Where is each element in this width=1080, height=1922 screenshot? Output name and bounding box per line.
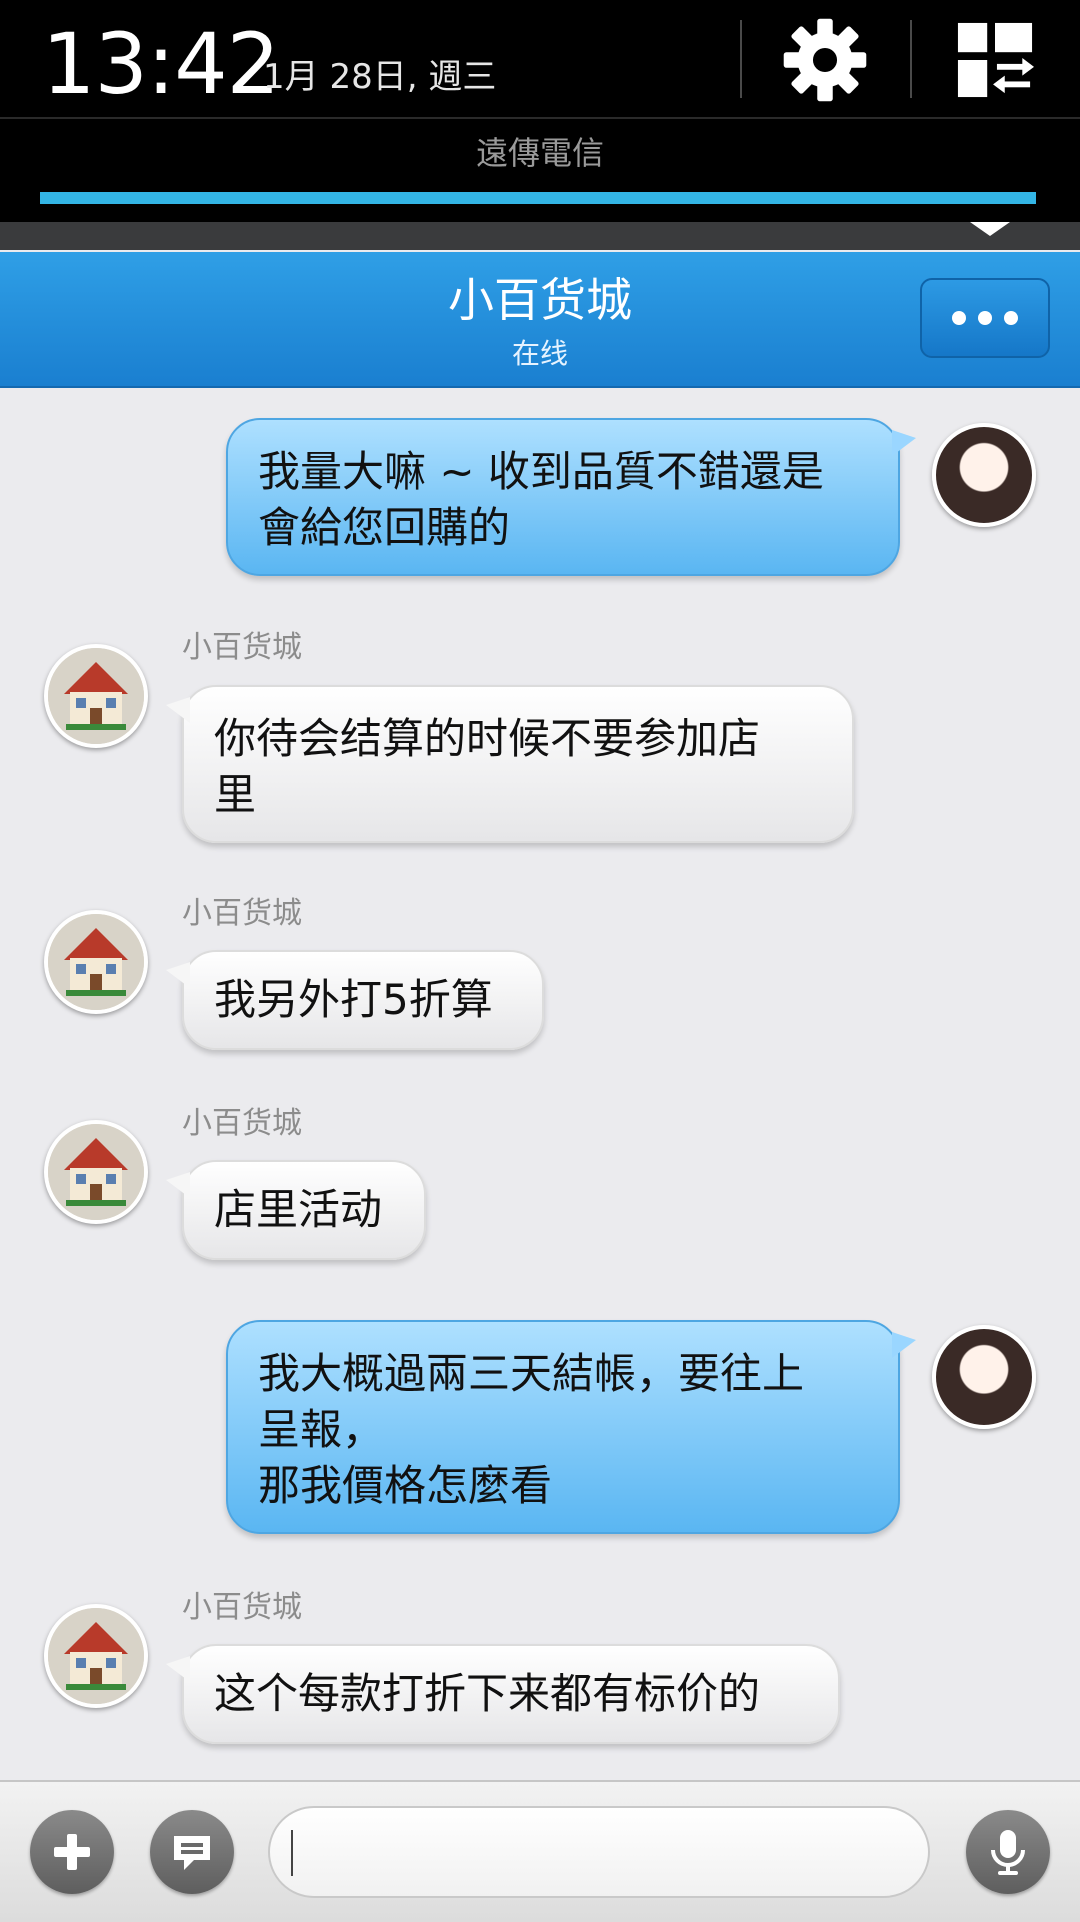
chat-header: 小百货城 在线	[0, 252, 1080, 388]
shop-house-icon	[48, 914, 144, 1010]
message-bubble[interactable]: 你待会结算的时候不要参加店 里	[166, 685, 854, 843]
voice-input-button[interactable]	[966, 1810, 1050, 1894]
shade-handle-bar[interactable]	[0, 222, 1080, 250]
shop-avatar[interactable]	[44, 644, 148, 748]
date-label: 1月 28日, 週三	[263, 57, 497, 97]
quick-settings-toggle-icon	[957, 22, 1034, 98]
message-bubble[interactable]: 店里活动	[166, 1160, 426, 1260]
message-input-bar	[0, 1780, 1080, 1922]
online-status: 在线	[511, 337, 568, 370]
shop-avatar[interactable]	[44, 910, 148, 1014]
quick-reply-button[interactable]	[150, 1810, 234, 1894]
sender-name: 小百货城	[182, 896, 302, 931]
chevron-down-icon	[970, 222, 1010, 236]
shop-house-icon	[48, 1124, 144, 1220]
chat-title: 小百货城	[448, 273, 632, 327]
text-caret	[291, 1830, 293, 1876]
settings-button[interactable]	[770, 10, 880, 110]
divider	[740, 20, 742, 98]
plus-icon	[54, 1834, 90, 1870]
sender-name: 小百货城	[182, 1106, 302, 1141]
shop-avatar[interactable]	[44, 1604, 148, 1708]
divider	[910, 20, 912, 98]
shop-avatar[interactable]	[44, 1120, 148, 1224]
message-bubble[interactable]: 我量大嘛 ~ 收到品質不錯還是 會給您回購的	[226, 418, 916, 576]
quick-settings-toggle[interactable]	[940, 10, 1050, 110]
message-bubble[interactable]: 这个每款打折下来都有标价的	[166, 1644, 840, 1744]
sender-name: 小百货城	[182, 1590, 302, 1625]
gear-icon	[783, 18, 867, 102]
user-avatar[interactable]	[932, 423, 1036, 527]
shop-house-icon	[48, 1608, 144, 1704]
carrier-label: 遠傳電信	[475, 134, 604, 172]
carrier-progress-bar	[40, 192, 1036, 204]
divider	[0, 117, 1080, 119]
shop-house-icon	[48, 648, 144, 744]
sender-name: 小百货城	[182, 630, 302, 665]
microphone-icon	[991, 1830, 1025, 1875]
user-avatar[interactable]	[932, 1325, 1036, 1429]
message-bubble[interactable]: 我另外打5折算	[166, 950, 544, 1050]
message-input[interactable]	[268, 1806, 930, 1898]
clock-time: 13:42	[42, 15, 280, 113]
notification-shade: 13:42 1月 28日, 週三 遠傳電信	[0, 0, 1080, 250]
add-attachment-button[interactable]	[30, 1810, 114, 1894]
ellipsis-icon	[952, 311, 1018, 325]
more-options-button[interactable]	[920, 278, 1050, 358]
quick-reply-icon	[174, 1836, 210, 1870]
message-bubble[interactable]: 我大概過兩三天結帳，要往上 呈報， 那我價格怎麼看	[226, 1320, 916, 1534]
